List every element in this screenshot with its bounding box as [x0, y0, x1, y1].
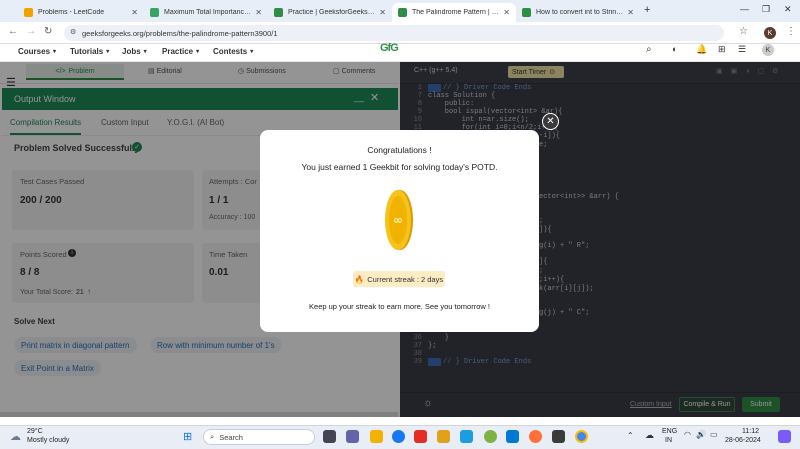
browser-tab-int-to-string[interactable]: How to convert int to String in ✕ [516, 3, 640, 22]
nav-practice[interactable]: Practice ▾ [162, 44, 199, 58]
chevron-down-icon: ▾ [196, 48, 200, 55]
chevron-down-icon: ▾ [250, 48, 254, 55]
clock-date[interactable]: 28-06-2024 [725, 437, 761, 444]
tab-label: How to convert int to String in [536, 9, 624, 16]
dark-mode-icon[interactable]: ◐ [672, 44, 677, 54]
browser-tab-palindrome-pattern[interactable]: The Palindrome Pattern | Practi ✕ [392, 3, 516, 22]
new-tab-button[interactable]: + [644, 4, 650, 16]
svg-text:∞: ∞ [393, 213, 403, 227]
cloud-sync-icon[interactable]: ☁ [645, 430, 654, 441]
app-icon[interactable] [484, 430, 497, 443]
battery-icon[interactable]: ▭ [710, 430, 718, 439]
terminal-icon[interactable] [552, 430, 565, 443]
weather-desc: Mostly cloudy [27, 437, 70, 444]
gfg-favicon [522, 8, 531, 17]
nav-jobs[interactable]: Jobs ▾ [122, 44, 147, 58]
search-placeholder: Search [219, 432, 243, 442]
nav-tutorials[interactable]: Tutorials ▾ [70, 44, 109, 58]
browser-menu-icon[interactable]: ⋮ [786, 26, 796, 37]
menu-icon[interactable]: ☰ [738, 44, 746, 55]
chevron-up-icon[interactable]: ⌃ [627, 431, 634, 440]
close-window-icon[interactable]: ✕ [784, 4, 792, 15]
chrome-icon[interactable] [575, 430, 588, 443]
profile-avatar[interactable]: K [764, 27, 776, 39]
modal-footer-text: Keep up your streak to earn more. See yo… [309, 302, 490, 311]
wifi-icon[interactable]: ◠ [684, 430, 691, 439]
close-tab-icon[interactable]: ✕ [131, 8, 138, 17]
search-icon[interactable]: ⌕ [646, 44, 652, 55]
nav-label: Jobs [122, 46, 141, 56]
reload-icon[interactable]: ↻ [44, 26, 52, 37]
browser-tab-leetcode[interactable]: Problems - LeetCode ✕ [18, 3, 144, 22]
streak-text: Current streak : 2 days [367, 274, 444, 284]
gfg-logo[interactable]: GfG [380, 42, 399, 54]
url-field[interactable]: ⚙ geeksforgeeks.org/problems/the-palindr… [64, 25, 724, 41]
task-view-icon[interactable] [323, 430, 336, 443]
browser-tab-gfg-practice[interactable]: Practice | GeeksforGeeks | A co ✕ [268, 3, 392, 22]
close-tab-icon[interactable]: ✕ [503, 8, 510, 17]
folder-icon[interactable] [437, 430, 450, 443]
nav-label: Tutorials [70, 46, 104, 56]
teams-icon[interactable] [346, 430, 359, 443]
language-bottom[interactable]: IN [665, 437, 672, 444]
chevron-down-icon: ▾ [106, 48, 110, 55]
taskbar-search-box[interactable]: ⌕ Search [203, 429, 315, 445]
clock-time[interactable]: 11:12 [742, 428, 759, 435]
cloud-weather-icon[interactable]: ☁ [10, 430, 21, 443]
chevron-down-icon: ▾ [143, 48, 147, 55]
firefox-icon[interactable] [529, 430, 542, 443]
close-tab-icon[interactable]: ✕ [627, 8, 634, 17]
facebook-icon[interactable] [392, 430, 405, 443]
notification-center-icon[interactable] [778, 430, 791, 443]
close-tab-icon[interactable]: ✕ [379, 8, 386, 17]
modal-message: You just earned 1 Geekbit for solving to… [301, 162, 498, 172]
edge-icon[interactable] [460, 430, 473, 443]
geekbit-coin-icon: ∞ [384, 188, 414, 252]
site-header [0, 44, 800, 62]
file-explorer-icon[interactable] [370, 430, 383, 443]
gfg-favicon [398, 8, 407, 17]
notification-bell-icon[interactable]: 🔔 [696, 44, 707, 55]
tab-label: Practice | GeeksforGeeks | A co [288, 9, 375, 16]
nav-label: Practice [162, 46, 194, 56]
gfg-favicon [274, 8, 283, 17]
maximize-window-icon[interactable]: ❐ [762, 4, 770, 15]
modal-title: Congratulations ! [367, 145, 432, 155]
minimize-window-icon[interactable]: — [740, 4, 749, 14]
streak-badge: 🔥 Current streak : 2 days [353, 271, 445, 287]
tab-favicon [150, 8, 159, 17]
search-icon: ⌕ [210, 432, 215, 441]
user-avatar[interactable]: K [762, 44, 774, 56]
modal-close-button[interactable]: ✕ [542, 113, 559, 130]
forward-arrow-icon[interactable]: → [26, 26, 36, 37]
congratulations-modal: Congratulations ! You just earned 1 Geek… [260, 130, 539, 332]
tab-label: Problems - LeetCode [38, 9, 105, 16]
bookmark-star-icon[interactable]: ☆ [739, 26, 748, 37]
store-icon[interactable] [506, 430, 519, 443]
browser-tab-max-importance[interactable]: Maximum Total Importance of ✕ [144, 3, 268, 22]
youtube-icon[interactable] [414, 430, 427, 443]
volume-icon[interactable]: 🔊 [696, 430, 706, 439]
close-tab-icon[interactable]: ✕ [255, 8, 262, 17]
weather-temp: 29°C [27, 428, 43, 435]
tab-label: Maximum Total Importance of [164, 9, 252, 16]
leetcode-favicon [24, 8, 33, 17]
chevron-down-icon: ▾ [53, 48, 57, 55]
nav-label: Contests [213, 46, 248, 56]
windows-start-icon[interactable]: ⊞ [183, 430, 192, 443]
apps-grid-icon[interactable]: ⊞ [718, 44, 726, 55]
url-text: geeksforgeeks.org/problems/the-palindrom… [82, 28, 278, 38]
nav-label: Courses [18, 46, 51, 56]
fire-icon: 🔥 [354, 274, 365, 284]
back-arrow-icon[interactable]: ← [8, 26, 18, 37]
nav-contests[interactable]: Contests ▾ [213, 44, 253, 58]
nav-courses[interactable]: Courses ▾ [18, 44, 56, 58]
site-info-icon[interactable]: ⚙ [70, 28, 76, 36]
language-top[interactable]: ENG [662, 428, 677, 435]
tab-label: The Palindrome Pattern | Practi [412, 9, 499, 16]
